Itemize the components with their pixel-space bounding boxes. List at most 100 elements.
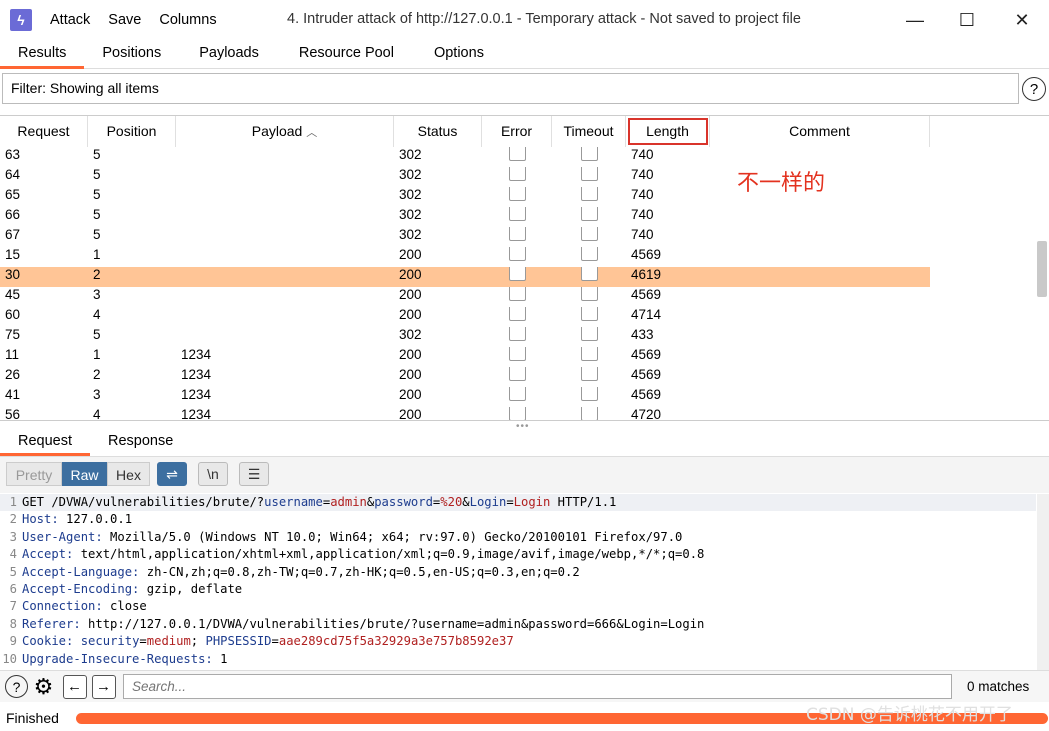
cell-comment <box>710 367 930 387</box>
checkbox[interactable] <box>508 247 526 261</box>
table-row[interactable]: 30 2 200 4619 <box>0 267 1036 287</box>
timeout-checkbox <box>552 207 626 227</box>
checkbox[interactable] <box>580 267 598 281</box>
col-error[interactable]: Error <box>482 116 552 147</box>
tab-resource-pool[interactable]: Resource Pool <box>279 40 414 69</box>
checkbox[interactable] <box>508 407 526 420</box>
timeout-checkbox <box>552 387 626 407</box>
checkbox[interactable] <box>508 347 526 361</box>
table-row[interactable]: 41 3 1234 200 4569 <box>0 387 1036 407</box>
checkbox[interactable] <box>580 387 598 401</box>
arrow-left-icon[interactable]: ← <box>62 674 87 699</box>
filter-bar[interactable]: Filter: Showing all items <box>2 73 1019 104</box>
checkbox[interactable] <box>580 407 598 420</box>
line-number: 2 <box>9 512 17 527</box>
tab-positions[interactable]: Positions <box>84 40 179 69</box>
raw-toggle[interactable]: Raw <box>62 462 107 486</box>
timeout-checkbox <box>552 247 626 267</box>
cell-request: 63 <box>5 147 21 162</box>
col-payload[interactable]: Payload ︿ <box>176 116 394 147</box>
code-token: User-Agent: <box>22 529 103 544</box>
table-row[interactable]: 65 5 302 740 <box>0 187 1036 207</box>
close-icon[interactable]: ✕ <box>997 0 1047 40</box>
checkbox[interactable] <box>580 207 598 221</box>
checkbox[interactable] <box>580 147 598 161</box>
cell-request: 41 <box>5 387 21 402</box>
maximize-icon[interactable]: ☐ <box>942 0 992 40</box>
table-row[interactable]: 26 2 1234 200 4569 <box>0 367 1036 387</box>
col-length[interactable]: Length <box>626 116 710 147</box>
table-row[interactable]: 15 1 200 4569 <box>0 247 1036 267</box>
checkbox[interactable] <box>508 307 526 321</box>
line-number: 6 <box>9 581 17 596</box>
col-comment[interactable]: Comment <box>710 116 930 147</box>
checkbox[interactable] <box>508 387 526 401</box>
tab-results[interactable]: Results <box>0 40 85 69</box>
code-token: password <box>374 495 433 509</box>
checkbox[interactable] <box>508 287 526 301</box>
checkbox[interactable] <box>580 247 598 261</box>
menu-icon[interactable]: ☰ <box>239 462 269 486</box>
checkbox[interactable] <box>580 187 598 201</box>
minimize-icon[interactable]: — <box>890 0 940 40</box>
match-count: 0 matches <box>967 679 1030 694</box>
col-request[interactable]: Request <box>0 116 88 147</box>
wrap-lines-icon[interactable]: ⇌ <box>157 462 187 486</box>
checkbox[interactable] <box>508 187 526 201</box>
table-row[interactable]: 56 4 1234 200 4720 <box>0 407 1036 420</box>
table-scrollbar[interactable] <box>1037 241 1047 297</box>
checkbox[interactable] <box>580 347 598 361</box>
col-status[interactable]: Status <box>394 116 482 147</box>
help-icon[interactable]: ? <box>1022 77 1046 101</box>
checkbox[interactable] <box>580 367 598 381</box>
cell-position: 1 <box>93 247 101 262</box>
checkbox[interactable] <box>508 167 526 181</box>
table-row[interactable]: 67 5 302 740 <box>0 227 1036 247</box>
timeout-checkbox <box>552 267 626 287</box>
cell-payload: 1234 <box>181 367 212 382</box>
gear-icon[interactable]: ⚙ <box>31 674 56 699</box>
checkbox[interactable] <box>580 327 598 341</box>
cell-request: 30 <box>5 267 21 282</box>
table-row[interactable]: 11 1 1234 200 4569 <box>0 347 1036 367</box>
table-header: Request Position Payload ︿ Status Error … <box>0 116 1036 147</box>
checkbox[interactable] <box>508 147 526 161</box>
pretty-toggle[interactable]: Pretty <box>6 462 62 486</box>
table-row[interactable]: 75 5 302 433 <box>0 327 1036 347</box>
arrow-right-icon[interactable]: → <box>91 674 116 699</box>
request-editor[interactable]: 1 GET /DVWA/vulnerabilities/brute/?userna… <box>0 494 1036 670</box>
tab-response[interactable]: Response <box>90 427 191 456</box>
menu-columns[interactable]: Columns <box>159 12 216 28</box>
col-timeout[interactable]: Timeout <box>552 116 626 147</box>
search-input[interactable] <box>123 674 952 699</box>
results-table: Request Position Payload ︿ Status Error … <box>0 115 1049 421</box>
checkbox[interactable] <box>580 287 598 301</box>
menu-save[interactable]: Save <box>108 12 141 28</box>
tab-request[interactable]: Request <box>0 427 91 456</box>
table-row[interactable]: 45 3 200 4569 <box>0 287 1036 307</box>
tab-options[interactable]: Options <box>414 40 504 69</box>
show-newlines-button[interactable]: \n <box>198 462 228 486</box>
cell-request: 64 <box>5 167 21 182</box>
checkbox[interactable] <box>508 267 526 281</box>
tab-payloads[interactable]: Payloads <box>179 40 279 69</box>
help-icon[interactable]: ? <box>4 674 29 699</box>
hex-toggle[interactable]: Hex <box>107 462 150 486</box>
editor-scrollbar[interactable] <box>1037 494 1049 670</box>
timeout-checkbox <box>552 367 626 387</box>
table-row[interactable]: 63 5 302 740 <box>0 147 1036 167</box>
menu-attack[interactable]: Attack <box>50 12 90 28</box>
checkbox[interactable] <box>580 307 598 321</box>
table-row[interactable]: 60 4 200 4714 <box>0 307 1036 327</box>
checkbox[interactable] <box>508 227 526 241</box>
table-row[interactable]: 64 5 302 740 <box>0 167 1036 187</box>
checkbox[interactable] <box>580 167 598 181</box>
checkbox[interactable] <box>508 327 526 341</box>
checkbox[interactable] <box>508 207 526 221</box>
table-row[interactable]: 66 5 302 740 <box>0 207 1036 227</box>
col-position[interactable]: Position <box>88 116 176 147</box>
checkbox[interactable] <box>508 367 526 381</box>
checkbox[interactable] <box>580 227 598 241</box>
editor-line: 8 Referer: http://127.0.0.1/DVWA/vulnerab… <box>0 616 1036 633</box>
cell-status: 302 <box>399 227 422 242</box>
